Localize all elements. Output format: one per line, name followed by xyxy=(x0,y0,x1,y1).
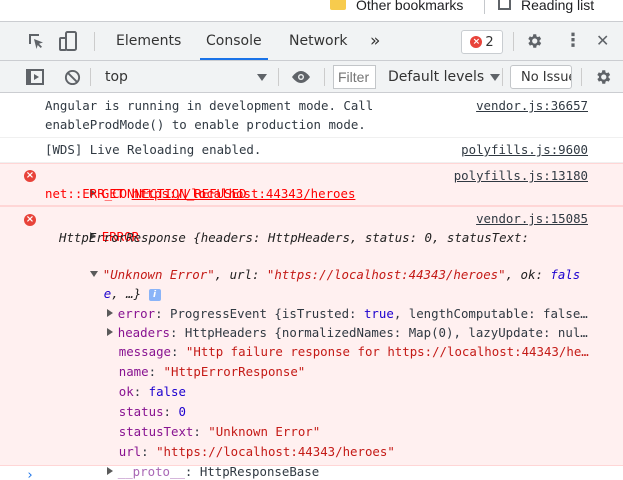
bookmarks-bar: Other bookmarks Reading list xyxy=(0,0,623,22)
console-filterbar: top Default levels No Issues xyxy=(0,61,623,93)
inspect-element-icon[interactable] xyxy=(26,31,46,51)
bookmark-separator xyxy=(484,0,485,14)
close-devtools-icon[interactable]: ✕ xyxy=(596,22,609,60)
object-summary-line-1: HttpErrorResponse {headers: HttpHeaders,… xyxy=(59,230,529,245)
filterbar-divider-2 xyxy=(278,68,279,86)
error-x-icon: × xyxy=(24,214,36,226)
filterbar-divider-5 xyxy=(581,68,582,86)
settings-gear-icon[interactable] xyxy=(524,31,544,51)
source-link[interactable]: vendor.js:36657 xyxy=(476,97,588,115)
error-count: 2 xyxy=(485,34,494,50)
live-expression-eye-icon[interactable] xyxy=(288,67,314,87)
bookmark-reading-label: Reading list xyxy=(521,0,595,13)
console-message: [WDS] Live Reloading enabled. polyfills.… xyxy=(0,138,623,163)
devtools-tabbar: Elements Console Network » × 2 ⋮ ✕ xyxy=(0,22,623,61)
error-x-icon: × xyxy=(470,36,483,48)
issues-label: No Issues xyxy=(521,69,571,85)
prop-proto[interactable]: __proto__: HttpResponseBase xyxy=(62,445,319,480)
console-error-message: × ERROR vendor.js:15085 HttpErrorRespons… xyxy=(0,206,623,479)
console-settings-gear-icon[interactable] xyxy=(593,67,613,87)
message-text-line-1: Angular is running in development mode. … xyxy=(45,98,374,113)
prop-value: HttpResponseBase xyxy=(199,464,320,479)
console-error-message: × GET https://localhost:44343/heroes net… xyxy=(0,163,623,206)
tab-elements[interactable]: Elements xyxy=(116,22,181,60)
bookmark-other[interactable]: Other bookmarks xyxy=(330,0,463,13)
summary-url: "https://localhost:44343/heroes" xyxy=(266,267,506,282)
device-toolbar-icon[interactable] xyxy=(58,30,80,52)
bookmark-other-label: Other bookmarks xyxy=(356,0,464,13)
context-selector[interactable]: top xyxy=(95,65,271,89)
reading-list-icon xyxy=(498,0,511,10)
filterbar-divider xyxy=(90,68,91,86)
message-text: [WDS] Live Reloading enabled. xyxy=(45,142,262,157)
log-levels-label: Default levels xyxy=(388,69,485,85)
tab-console[interactable]: Console xyxy=(200,22,268,60)
chevron-down-icon xyxy=(257,74,267,81)
console-prompt-icon[interactable]: › xyxy=(26,468,34,480)
error-count-badge[interactable]: × 2 xyxy=(461,30,503,54)
message-text-line-2: enableProdMode() to enable production mo… xyxy=(45,117,366,132)
expand-triangle-icon xyxy=(106,467,113,475)
source-link[interactable]: polyfills.js:9600 xyxy=(461,141,588,159)
clear-console-icon[interactable] xyxy=(62,67,82,87)
filter-input[interactable] xyxy=(333,65,376,89)
folder-icon xyxy=(330,0,346,10)
context-value: top xyxy=(105,69,128,85)
tabbar-divider-2 xyxy=(513,32,514,51)
summary-sep: , url: xyxy=(214,267,267,282)
log-levels-dropdown[interactable]: Default levels xyxy=(388,65,501,89)
sidebar-toggle-icon[interactable] xyxy=(25,67,45,87)
issues-button[interactable]: No Issues xyxy=(510,65,572,89)
filterbar-divider-3 xyxy=(324,68,325,86)
error-x-icon: × xyxy=(24,170,36,182)
summary-sep-2: , ok: xyxy=(505,267,551,282)
source-link[interactable]: vendor.js:15085 xyxy=(476,210,588,228)
filterbar-divider-4 xyxy=(502,68,503,86)
tab-network[interactable]: Network xyxy=(289,22,347,60)
levels-chevron-down-icon xyxy=(490,73,501,81)
tabbar-divider xyxy=(94,32,95,51)
source-link[interactable]: polyfills.js:13180 xyxy=(454,167,588,185)
more-tabs-button[interactable]: » xyxy=(370,22,380,60)
console-output[interactable]: Angular is running in development mode. … xyxy=(0,93,623,480)
bookmark-reading-list[interactable]: Reading list xyxy=(498,0,594,13)
console-message: Angular is running in development mode. … xyxy=(0,93,623,138)
error-code: net::ERR_CONNECTION_REFUSED xyxy=(45,186,247,201)
summary-ok: fals xyxy=(550,267,581,282)
more-options-icon[interactable]: ⋮ xyxy=(564,22,582,60)
prop-key: __proto__ xyxy=(117,464,185,479)
